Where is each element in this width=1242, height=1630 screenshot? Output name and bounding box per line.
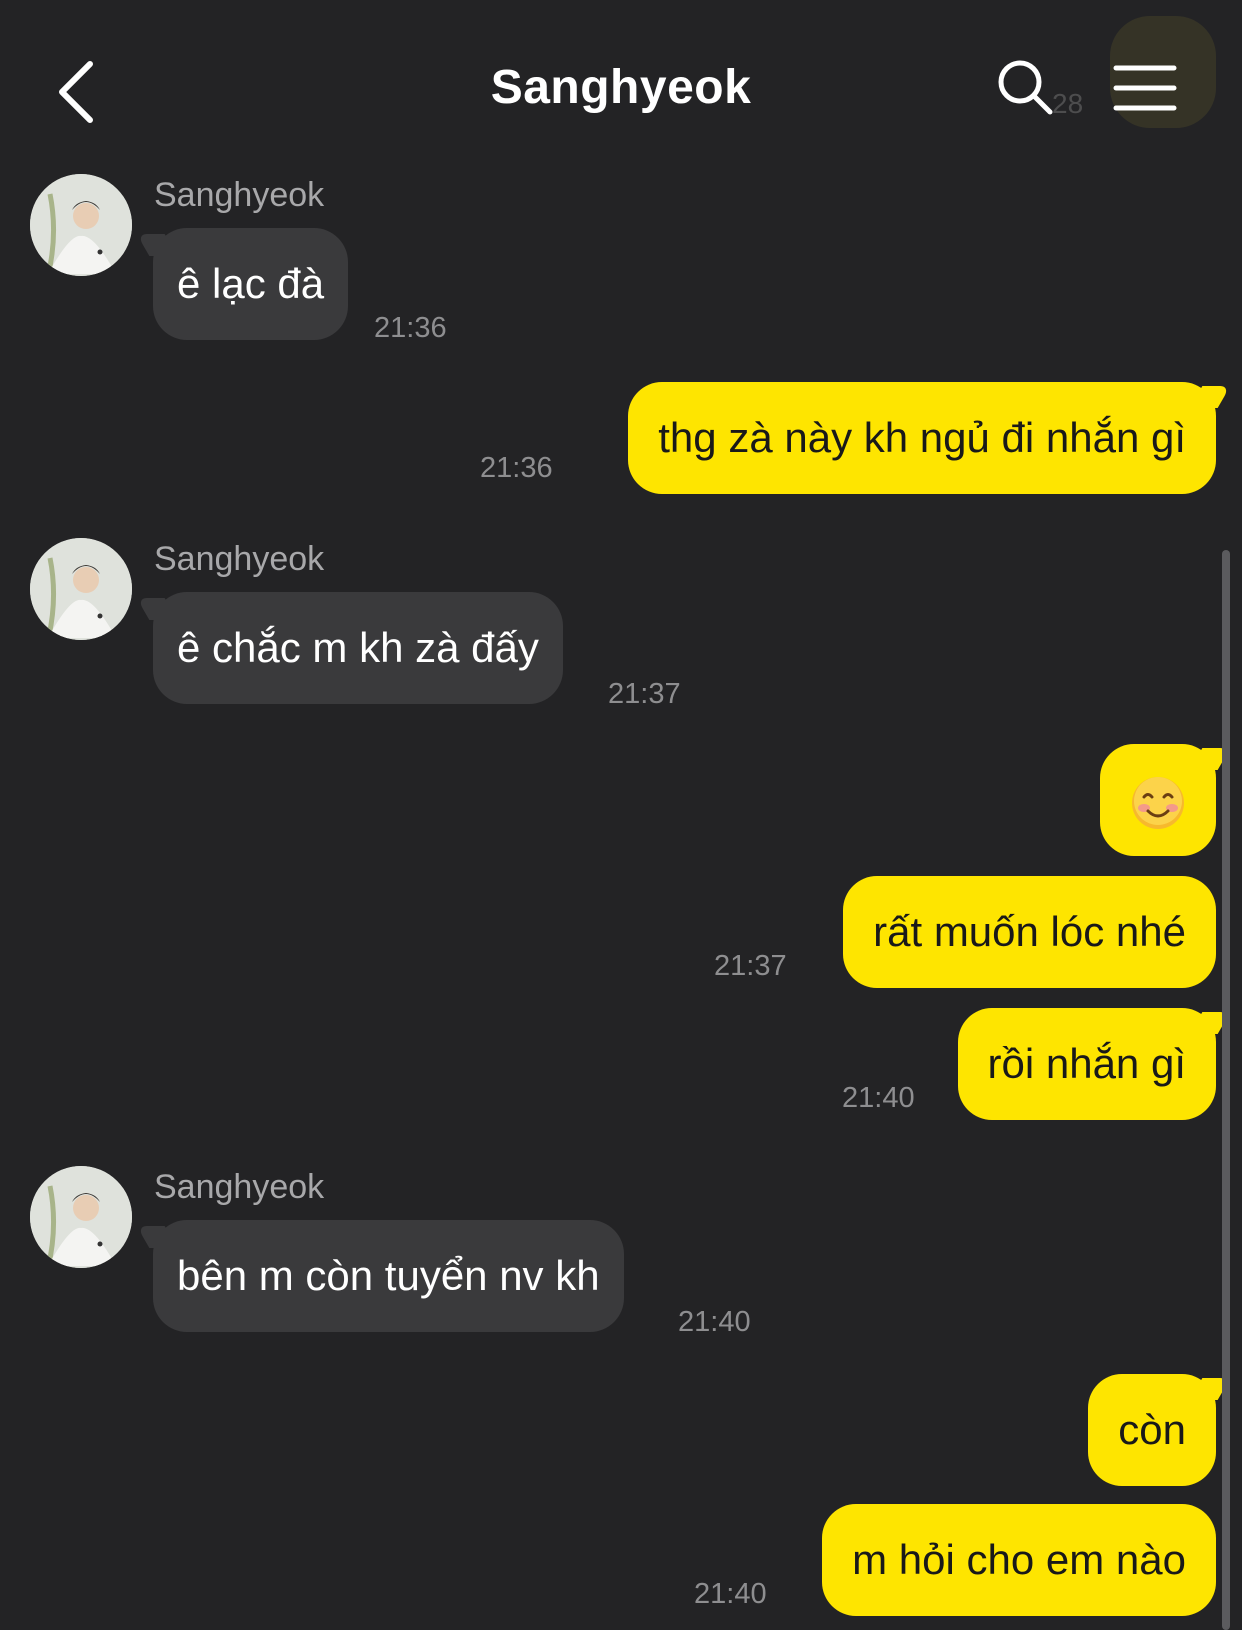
- message-time: 21:37: [608, 678, 681, 710]
- message-time: 21:37: [714, 950, 787, 982]
- message-bubble-outgoing[interactable]: m hỏi cho em nào: [822, 1504, 1216, 1616]
- message-time: 21:36: [374, 312, 447, 344]
- message-bubble-outgoing[interactable]: thg zà này kh ngủ đi nhắn gì: [628, 382, 1216, 494]
- menu-button[interactable]: [1112, 60, 1178, 116]
- message-bubble-outgoing[interactable]: [1100, 744, 1216, 856]
- message-time: 21:40: [842, 1082, 915, 1114]
- message-bubble-outgoing[interactable]: rất muốn lóc nhé: [843, 876, 1216, 988]
- scrollbar[interactable]: [1222, 550, 1230, 1630]
- search-button[interactable]: [994, 56, 1058, 120]
- message-bubble-incoming[interactable]: bên m còn tuyển nv kh: [153, 1220, 624, 1332]
- profile-photo: [30, 538, 132, 640]
- message-bubble-incoming[interactable]: ê chắc m kh zà đấy: [153, 592, 563, 704]
- sender-name: Sanghyeok: [154, 540, 325, 578]
- profile-photo: [30, 174, 132, 276]
- message-bubble-outgoing[interactable]: rồi nhắn gì: [957, 1008, 1216, 1120]
- avatar[interactable]: [30, 538, 132, 640]
- smiling-face-emoji-icon: [1132, 776, 1184, 829]
- chat-screen: 28 Sanghyeok Sanghyeok ê lạc đà 21:36 th…: [0, 0, 1242, 1630]
- avatar[interactable]: [30, 174, 132, 276]
- sender-name: Sanghyeok: [154, 1168, 325, 1206]
- search-icon: [998, 60, 1053, 115]
- profile-photo: [30, 1166, 132, 1268]
- message-bubble-outgoing[interactable]: còn: [1088, 1374, 1216, 1486]
- message-time: 21:36: [480, 452, 553, 484]
- message-bubble-incoming[interactable]: ê lạc đà: [153, 228, 349, 340]
- message-time: 21:40: [678, 1306, 751, 1338]
- hamburger-menu-icon: [1113, 65, 1177, 111]
- avatar[interactable]: [30, 1166, 132, 1268]
- sender-name: Sanghyeok: [154, 176, 325, 214]
- message-time: 21:40: [694, 1578, 767, 1610]
